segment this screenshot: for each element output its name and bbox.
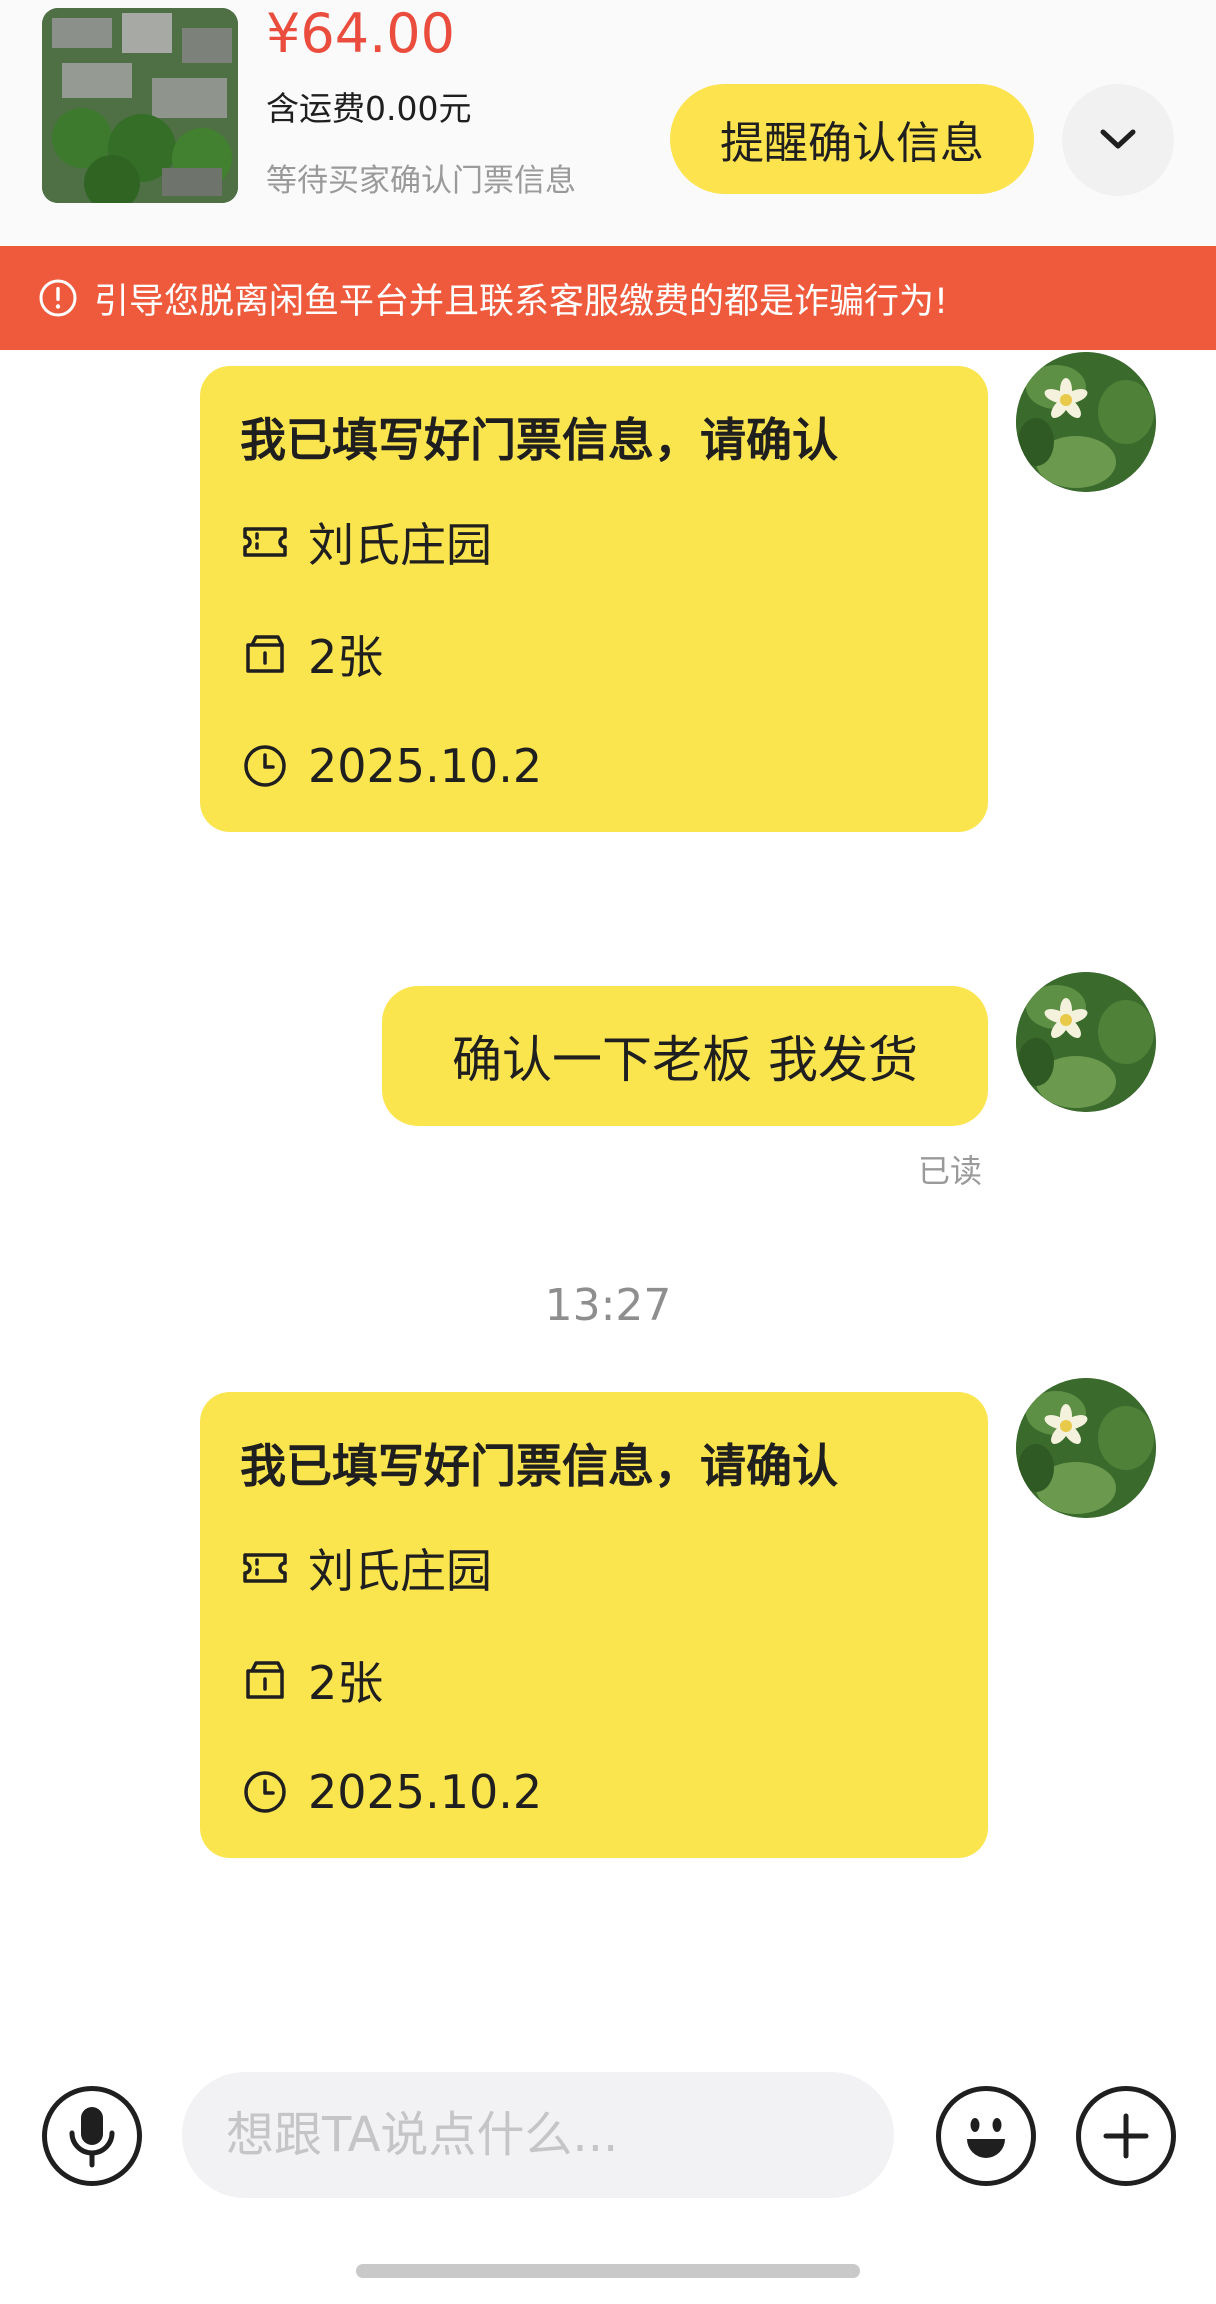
chevron-down-icon (1100, 129, 1136, 149)
product-thumbnail[interactable] (42, 8, 238, 203)
date-row: 2025.10.2 (240, 1762, 542, 1822)
shipping-fee: 含运费0.00元 (266, 89, 472, 128)
clock-icon (244, 745, 286, 787)
quantity-row: 2张 (240, 624, 383, 684)
ticket-icon (243, 1553, 287, 1583)
fraud-warning-banner: 引导您脱离闲鱼平台并且联系客服缴费的都是诈骗行为! (0, 246, 1216, 350)
plus-icon (1103, 2113, 1149, 2159)
product-price: ¥64.00 (266, 2, 455, 65)
ticket-icon (243, 527, 287, 557)
ticket-info-card[interactable]: 我已填写好门票信息，请确认 刘氏庄园 2张 2025.10.2 (200, 366, 988, 832)
collapse-button[interactable] (1062, 84, 1174, 196)
ticket-quantity: 2张 (308, 630, 384, 684)
chat-timestamp: 13:27 (544, 1280, 672, 1331)
tickets-stack-icon (246, 1661, 284, 1699)
tickets-stack-icon (246, 635, 284, 673)
home-indicator[interactable] (356, 2264, 860, 2278)
ticket-date: 2025.10.2 (308, 739, 543, 793)
card-title: 我已填写好门票信息，请确认 (240, 1439, 838, 1493)
venue-name: 刘氏庄园 (308, 518, 492, 572)
ticket-info-card[interactable]: 我已填写好门票信息，请确认 刘氏庄园 2张 2025.10.2 (200, 1392, 988, 1858)
avatar[interactable] (1016, 352, 1156, 492)
date-row: 2025.10.2 (240, 736, 542, 796)
read-receipt: 已读 (918, 1152, 983, 1190)
more-actions-button[interactable] (1076, 2086, 1176, 2186)
clock-icon (244, 1771, 286, 1813)
emoji-button[interactable] (936, 2086, 1036, 2186)
avatar[interactable] (1016, 972, 1156, 1112)
ticket-date: 2025.10.2 (308, 1765, 543, 1819)
avatar[interactable] (1016, 1378, 1156, 1518)
ticket-quantity: 2张 (308, 1656, 384, 1710)
warning-text: 引导您脱离闲鱼平台并且联系客服缴费的都是诈骗行为! (94, 281, 949, 322)
message-input[interactable] (182, 2072, 894, 2198)
product-header: ¥64.00 含运费0.00元 等待买家确认门票信息 提醒确认信息 (0, 0, 1216, 246)
voice-input-button[interactable] (42, 2086, 142, 2186)
card-title: 我已填写好门票信息，请确认 (240, 413, 838, 467)
venue-name: 刘氏庄园 (308, 1544, 492, 1598)
venue-row: 刘氏庄园 (240, 1538, 492, 1598)
remind-confirm-button[interactable]: 提醒确认信息 (670, 84, 1034, 194)
venue-row: 刘氏庄园 (240, 512, 492, 572)
alert-circle-icon (39, 279, 77, 317)
order-status: 等待买家确认门票信息 (266, 163, 576, 199)
smiley-icon (967, 2118, 1005, 2158)
quantity-row: 2张 (240, 1650, 383, 1710)
text-message-bubble[interactable]: 确认一下老板 我发货 (382, 986, 988, 1126)
microphone-icon (69, 2107, 115, 2168)
